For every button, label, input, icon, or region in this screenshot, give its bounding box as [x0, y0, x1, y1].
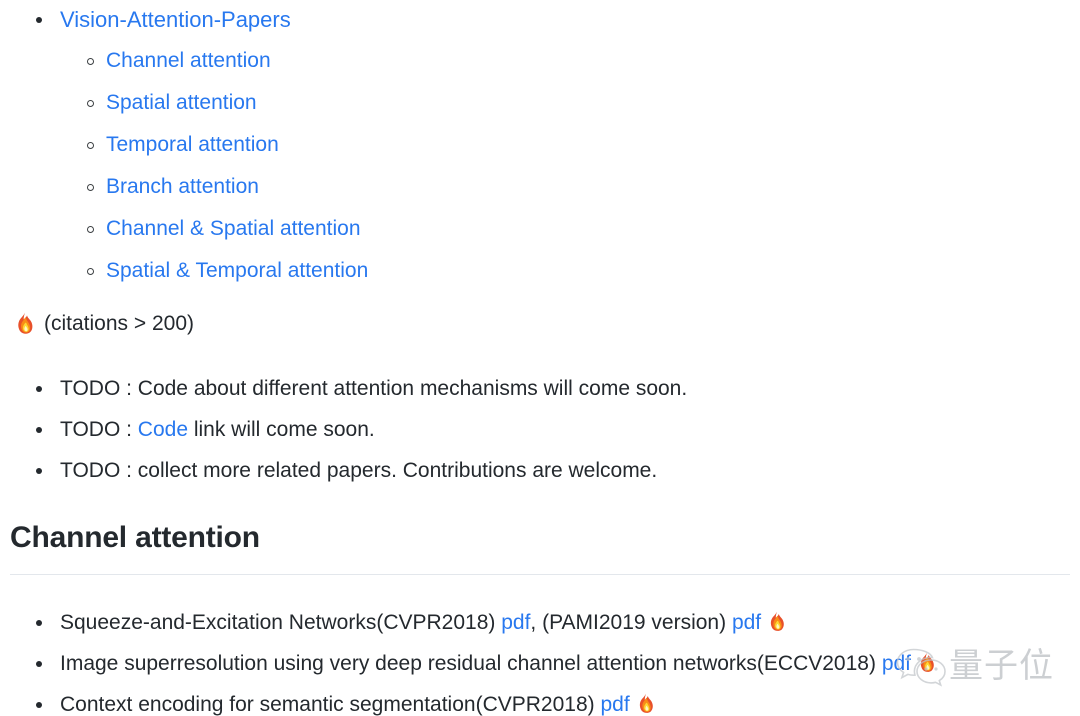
paper-item: Context encoding for semantic segmentati… — [0, 684, 1080, 716]
outline-item-spatial-temporal-attention: Spatial & Temporal attention — [60, 250, 1080, 292]
link-channel-attention[interactable]: Channel attention — [106, 49, 271, 72]
link-spatial-temporal-attention[interactable]: Spatial & Temporal attention — [106, 259, 368, 282]
link-channel-spatial-attention[interactable]: Channel & Spatial attention — [106, 217, 361, 240]
todo-text: TODO : Code about different attention me… — [60, 377, 688, 400]
outline-item-channel-spatial-attention: Channel & Spatial attention — [60, 208, 1080, 250]
bullet-circle-icon — [87, 58, 94, 65]
section-divider — [10, 574, 1070, 575]
paper-list: Squeeze-and-Excitation Networks(CVPR2018… — [0, 602, 1080, 716]
link-pdf[interactable]: pdf — [600, 693, 629, 716]
bullet-circle-icon — [87, 226, 94, 233]
outline-level-2-list: Channel attention Spatial attention Temp… — [60, 40, 1080, 292]
todo-text: TODO : collect more related papers. Cont… — [60, 459, 658, 482]
section-heading-channel-attention: Channel attention — [10, 521, 260, 554]
fire-emoji-icon — [770, 611, 784, 631]
bullet-circle-icon — [87, 142, 94, 149]
outline-root-item: Vision-Attention-Papers Channel attentio… — [0, 0, 1080, 292]
bullet-disc-icon — [36, 468, 42, 474]
outline-item-spatial-attention: Spatial attention — [60, 82, 1080, 124]
todo-text-suffix: link will come soon. — [188, 418, 375, 441]
link-temporal-attention[interactable]: Temporal attention — [106, 133, 279, 156]
bullet-circle-icon — [87, 100, 94, 107]
fire-emoji-icon — [639, 693, 653, 713]
outline-level-1-list: Vision-Attention-Papers Channel attentio… — [0, 0, 1080, 292]
bullet-disc-icon — [36, 661, 42, 667]
bullet-disc-icon — [36, 620, 42, 626]
bullet-disc-icon — [36, 427, 42, 433]
bullet-disc-icon — [36, 386, 42, 392]
outline-item-branch-attention: Branch attention — [60, 166, 1080, 208]
link-pdf-pami[interactable]: pdf — [732, 611, 761, 634]
todo-text-prefix: TODO : — [60, 418, 138, 441]
link-code[interactable]: Code — [138, 418, 188, 441]
bullet-disc-icon — [36, 17, 42, 23]
paper-title: Context encoding for semantic segmentati… — [60, 693, 595, 716]
citations-legend: (citations > 200) — [14, 308, 194, 340]
outline-item-channel-attention: Channel attention — [60, 40, 1080, 82]
paper-title: Squeeze-and-Excitation Networks(CVPR2018… — [60, 611, 496, 634]
link-branch-attention[interactable]: Branch attention — [106, 175, 259, 198]
fire-emoji-icon — [920, 652, 934, 672]
link-pdf[interactable]: pdf — [882, 652, 911, 675]
paper-version-note: , (PAMI2019 version) — [530, 611, 727, 634]
bullet-circle-icon — [87, 268, 94, 275]
todo-item: TODO : Code link will come soon. — [0, 409, 1080, 450]
bullet-disc-icon — [36, 702, 42, 708]
outline-item-temporal-attention: Temporal attention — [60, 124, 1080, 166]
bullet-circle-icon — [87, 184, 94, 191]
todo-list: TODO : Code about different attention me… — [0, 368, 1080, 491]
link-pdf[interactable]: pdf — [501, 611, 530, 634]
page-root: Vision-Attention-Papers Channel attentio… — [0, 0, 1080, 716]
citations-legend-text: (citations > 200) — [44, 312, 194, 335]
paper-item: Squeeze-and-Excitation Networks(CVPR2018… — [0, 602, 1080, 643]
paper-item: Image superresolution using very deep re… — [0, 643, 1080, 684]
paper-title: Image superresolution using very deep re… — [60, 652, 876, 675]
todo-item: TODO : Code about different attention me… — [0, 368, 1080, 409]
link-spatial-attention[interactable]: Spatial attention — [106, 91, 257, 114]
fire-emoji-icon — [18, 312, 33, 334]
outline-nav: Vision-Attention-Papers Channel attentio… — [0, 0, 1080, 292]
link-vision-attention-papers[interactable]: Vision-Attention-Papers — [60, 7, 291, 32]
todo-item: TODO : collect more related papers. Cont… — [0, 450, 1080, 491]
